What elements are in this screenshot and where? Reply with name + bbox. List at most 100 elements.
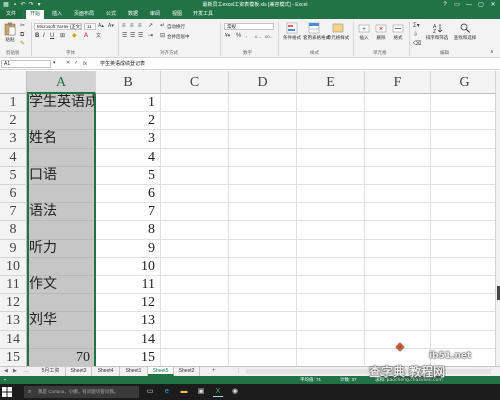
- merge-center-button[interactable]: 合并后居中: [167, 34, 190, 39]
- align-middle-icon[interactable]: ≡: [130, 23, 134, 30]
- empty-cell[interactable]: [161, 312, 229, 331]
- insert-function-button[interactable]: fx: [83, 60, 87, 68]
- empty-cell[interactable]: [229, 203, 297, 222]
- empty-cell[interactable]: [229, 330, 297, 349]
- empty-cell[interactable]: [365, 312, 431, 331]
- cell-a[interactable]: 语法: [27, 203, 96, 222]
- sheet-tab-5yue[interactable]: 5月工资: [36, 367, 66, 376]
- underline-icon[interactable]: U: [50, 33, 54, 40]
- empty-cell[interactable]: [229, 239, 297, 258]
- cell-b[interactable]: 12: [96, 294, 161, 313]
- comma-style-icon[interactable]: ,: [246, 33, 247, 40]
- empty-cell[interactable]: [161, 348, 229, 366]
- column-header-a[interactable]: A: [27, 71, 96, 94]
- cell-b[interactable]: 9: [96, 239, 161, 258]
- grow-font-icon[interactable]: A▴: [98, 23, 104, 30]
- increase-decimal-icon[interactable]: .0→: [254, 33, 261, 40]
- conditional-format-button[interactable]: 条件格式: [281, 22, 303, 40]
- empty-cell[interactable]: [229, 185, 297, 204]
- empty-cell[interactable]: [431, 167, 495, 185]
- row-header[interactable]: 6: [0, 185, 27, 204]
- empty-cell[interactable]: [297, 130, 365, 149]
- wrap-text-icon[interactable]: ↵: [160, 23, 165, 30]
- cell-b[interactable]: 4: [96, 148, 161, 167]
- empty-cell[interactable]: [365, 148, 431, 167]
- column-header-c[interactable]: C: [161, 71, 229, 94]
- empty-cell[interactable]: [229, 294, 297, 313]
- select-all-corner[interactable]: [0, 71, 27, 94]
- row-header[interactable]: 11: [0, 276, 27, 295]
- tab-review[interactable]: 审阅: [146, 10, 164, 19]
- indent-icon[interactable]: ⇥: [148, 33, 153, 40]
- cell-styles-button[interactable]: 单元格样式: [326, 22, 350, 40]
- empty-cell[interactable]: [229, 112, 297, 131]
- format-cells-button[interactable]: 格式: [391, 22, 405, 40]
- empty-cell[interactable]: [365, 203, 431, 222]
- windows-start-icon[interactable]: [2, 387, 12, 397]
- empty-cell[interactable]: [431, 276, 495, 295]
- next-sheet-icon[interactable]: ▶: [13, 367, 17, 376]
- empty-cell[interactable]: [297, 330, 365, 349]
- cell-b[interactable]: 5: [96, 166, 161, 185]
- copy-icon[interactable]: ⧉: [20, 32, 24, 39]
- empty-cell[interactable]: [297, 166, 365, 185]
- paste-button[interactable]: 粘贴: [3, 22, 17, 42]
- sheet-bar-options-icon[interactable]: ⋮: [236, 367, 241, 376]
- fill-icon[interactable]: ⇩: [413, 32, 418, 39]
- empty-cell[interactable]: [431, 258, 495, 276]
- tab-data[interactable]: 数据: [124, 10, 142, 19]
- cell-a[interactable]: [27, 221, 96, 240]
- tab-view[interactable]: 视图: [168, 10, 186, 19]
- quick-access-more-icon[interactable]: ▾: [36, 2, 42, 8]
- empty-cell[interactable]: [297, 294, 365, 313]
- file-explorer-icon[interactable]: ▬: [179, 387, 189, 397]
- row-header[interactable]: 5: [0, 166, 27, 185]
- store-icon[interactable]: ▣: [196, 387, 206, 397]
- more-sheets-icon[interactable]: …: [24, 367, 29, 376]
- sort-filter-button[interactable]: A Z 排序和筛选: [424, 22, 450, 40]
- italic-icon[interactable]: I: [43, 33, 45, 40]
- cell-a[interactable]: 刘华: [27, 312, 96, 331]
- cell-b[interactable]: 11: [96, 276, 161, 295]
- cell-a[interactable]: [27, 257, 96, 276]
- confirm-entry-icon[interactable]: ✓: [74, 60, 78, 67]
- cell-a[interactable]: [27, 294, 96, 313]
- cell-b[interactable]: 15: [96, 348, 161, 366]
- collapse-ribbon-icon[interactable]: ∧: [490, 49, 494, 56]
- empty-cell[interactable]: [161, 257, 229, 276]
- cell-b[interactable]: 10: [96, 257, 161, 276]
- tab-formulas[interactable]: 公式: [102, 10, 120, 19]
- column-header-e[interactable]: E: [297, 71, 365, 94]
- empty-cell[interactable]: [297, 203, 365, 222]
- empty-cell[interactable]: [297, 312, 365, 331]
- close-button[interactable]: ✕: [488, 1, 498, 9]
- format-painter-icon[interactable]: ✎: [20, 41, 25, 48]
- cell-a[interactable]: [27, 148, 96, 167]
- empty-cell[interactable]: [161, 185, 229, 204]
- row-header[interactable]: 15: [0, 348, 27, 366]
- bold-icon[interactable]: B: [35, 33, 39, 40]
- empty-cell[interactable]: [229, 166, 297, 185]
- cell-a[interactable]: 作文: [27, 276, 96, 295]
- empty-cell[interactable]: [161, 166, 229, 185]
- empty-cell[interactable]: [161, 221, 229, 240]
- percent-icon[interactable]: %: [236, 33, 241, 40]
- cancel-entry-icon[interactable]: ✕: [66, 60, 70, 67]
- empty-cell[interactable]: [229, 221, 297, 240]
- formula-input[interactable]: 学生英语成绩登记表: [100, 60, 145, 68]
- prev-sheet-icon[interactable]: ◀: [4, 367, 8, 376]
- cell-a[interactable]: [27, 112, 96, 131]
- empty-cell[interactable]: [365, 239, 431, 258]
- row-header[interactable]: 7: [0, 203, 27, 222]
- empty-cell[interactable]: [431, 112, 495, 131]
- empty-cell[interactable]: [229, 276, 297, 295]
- font-color-icon[interactable]: A: [84, 33, 88, 40]
- empty-cell[interactable]: [161, 294, 229, 313]
- empty-cell[interactable]: [297, 257, 365, 276]
- empty-cell[interactable]: [431, 185, 495, 204]
- align-left-icon[interactable]: ☰: [122, 33, 127, 40]
- column-header-b[interactable]: B: [96, 71, 161, 94]
- empty-cell[interactable]: [297, 239, 365, 258]
- name-box[interactable]: A1: [1, 60, 51, 68]
- empty-cell[interactable]: [297, 221, 365, 240]
